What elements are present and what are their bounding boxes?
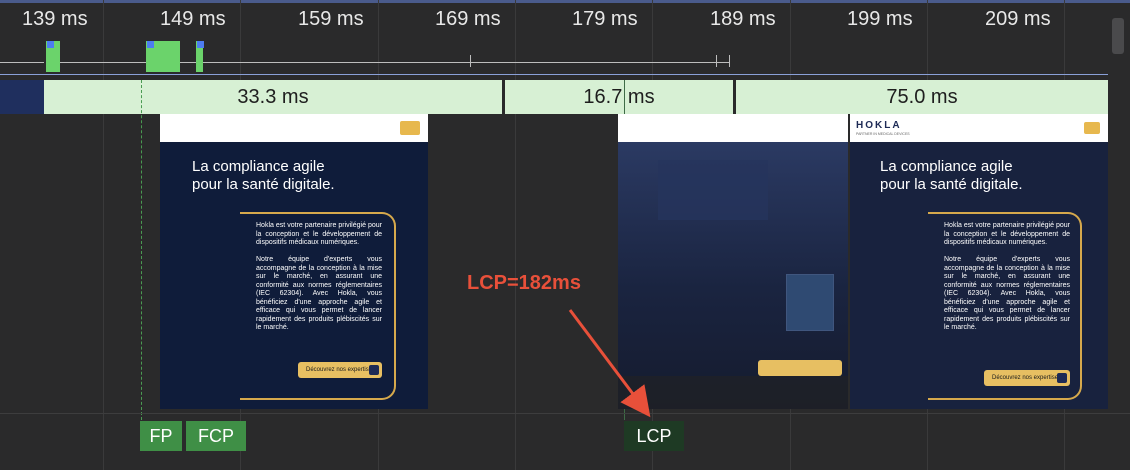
screenshot-logo: HOKLA [856,120,902,131]
track-line [0,62,44,63]
tick-label: 209 ms [985,8,1051,30]
activity-marker [197,41,204,48]
hamburger-icon [1084,122,1100,134]
track-line [60,62,146,63]
track-line [180,62,196,63]
frame-segment[interactable]: 33.3 ms [44,80,502,114]
track-line [203,62,730,63]
tick-label: 139 ms [22,8,88,30]
activity-marker [147,41,154,48]
lcp-marker[interactable]: LCP [624,421,684,451]
lcp-annotation: LCP=182ms [467,272,581,294]
tick-label: 169 ms [435,8,501,30]
tick-label: 199 ms [847,8,913,30]
frame-dropped[interactable] [0,80,44,114]
screenshot-navbar: HOKLA PARTNER IN MEDICAL DEVICES [850,114,1108,142]
tick-label: 179 ms [572,8,638,30]
tick-label: 189 ms [710,8,776,30]
tick-label: 149 ms [160,8,226,30]
frame-duration: 16.7 ms [583,85,655,108]
filmstrip-screenshot[interactable]: HOKLA PARTNER IN MEDICAL DEVICES La comp… [850,114,1108,409]
fcp-marker[interactable]: FCP [186,421,246,451]
frame-segment[interactable]: 16.7 ms [505,80,733,114]
screenshot-cta-button: Découvrez nos expertises [298,362,382,378]
hamburger-icon [400,121,420,135]
screenshot-logo-tagline: PARTNER IN MEDICAL DEVICES [856,132,910,136]
fp-marker-line [141,80,142,420]
track-separator [0,74,1108,75]
screenshot-cta-button: Découvrez nos expertises [984,370,1070,386]
screenshot-headline: La compliance agile pour la santé digita… [192,158,335,193]
fp-marker[interactable]: FP [140,421,182,451]
screenshot-headline: La compliance agile pour la santé digita… [880,158,1023,193]
frame-duration: 33.3 ms [237,85,309,108]
screenshot-paragraph: Hokla est votre partenaire privilégié po… [944,222,1070,331]
screenshot-photo-screen [786,274,834,331]
frame-segment[interactable]: 75.0 ms [736,80,1108,114]
track-tick [470,55,471,67]
screenshot-paragraph: Hokla est votre partenaire privilégié po… [256,222,382,331]
screenshot-navbar [160,114,428,142]
tick-label: 159 ms [298,8,364,30]
screenshot-cta-button [758,360,842,376]
grid-line [103,0,104,470]
scroll-handle[interactable] [1112,18,1124,54]
timeline-top-border [0,0,1130,3]
filmstrip-screenshot[interactable]: La compliance agile pour la santé digita… [160,114,428,409]
frame-duration: 75.0 ms [886,85,958,108]
track-tick [729,55,730,67]
annotation-arrow [568,309,651,418]
track-tick [716,55,717,67]
activity-marker [47,41,54,48]
screenshot-navbar [618,114,848,142]
grid-line [515,0,516,470]
screenshot-photo-window [658,160,768,220]
